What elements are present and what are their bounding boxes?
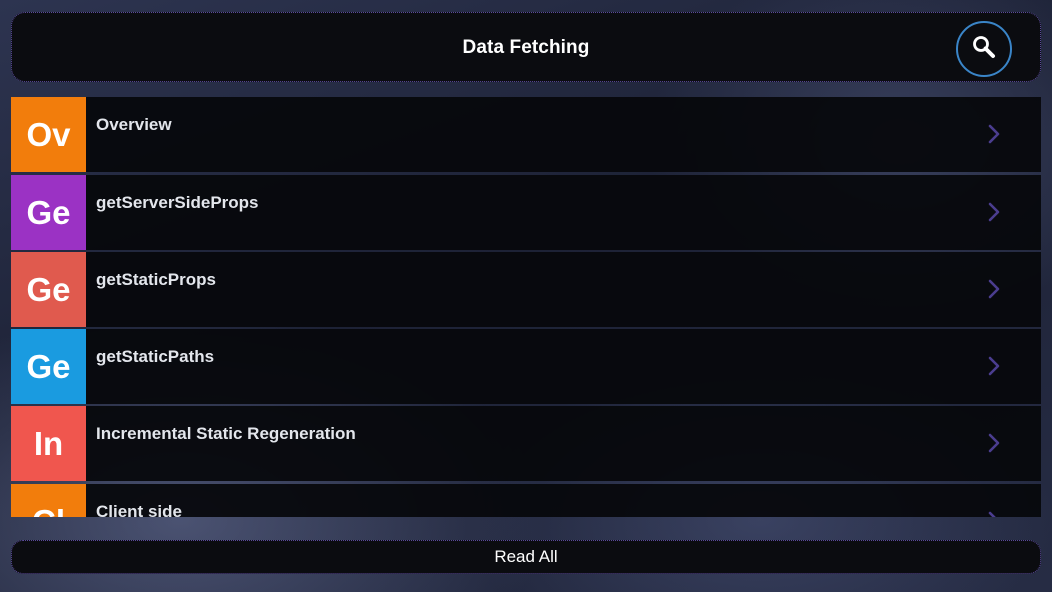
item-label: Client side <box>96 502 182 517</box>
item-badge: Ge <box>11 252 86 327</box>
chevron-right-icon <box>988 124 1000 144</box>
list-item[interactable]: Ge getStaticProps <box>11 252 1041 327</box>
item-badge: In <box>11 406 86 481</box>
chevron-right-icon <box>988 356 1000 376</box>
search-button[interactable] <box>956 21 1012 77</box>
item-label: Overview <box>96 115 172 134</box>
chevron-right-icon <box>988 202 1000 222</box>
chevron-right-icon <box>988 433 1000 453</box>
read-all-button[interactable]: Read All <box>11 540 1041 574</box>
item-badge: Cl <box>11 484 86 517</box>
list-item[interactable]: Cl Client side <box>11 484 1041 517</box>
item-label: Incremental Static Regeneration <box>96 424 356 443</box>
item-label: getServerSideProps <box>96 193 259 212</box>
item-badge: Ov <box>11 97 86 172</box>
item-badge: Ge <box>11 329 86 404</box>
item-label: getStaticPaths <box>96 347 215 366</box>
list-item[interactable]: Ov Overview <box>11 97 1041 172</box>
search-icon <box>970 33 998 66</box>
list-item[interactable]: Ge getServerSideProps <box>11 175 1041 250</box>
page-title: Data Fetching <box>462 37 590 58</box>
item-badge: Ge <box>11 175 86 250</box>
list-item[interactable]: In Incremental Static Regeneration <box>11 406 1041 481</box>
chevron-right-icon <box>988 279 1000 299</box>
topic-list[interactable]: Ov Overview Ge getServerSideProps Ge get… <box>11 97 1041 517</box>
chevron-right-icon <box>988 511 996 517</box>
top-bar: Data Fetching <box>11 12 1041 82</box>
item-label: getStaticProps <box>96 270 216 289</box>
list-item[interactable]: Ge getStaticPaths <box>11 329 1041 404</box>
